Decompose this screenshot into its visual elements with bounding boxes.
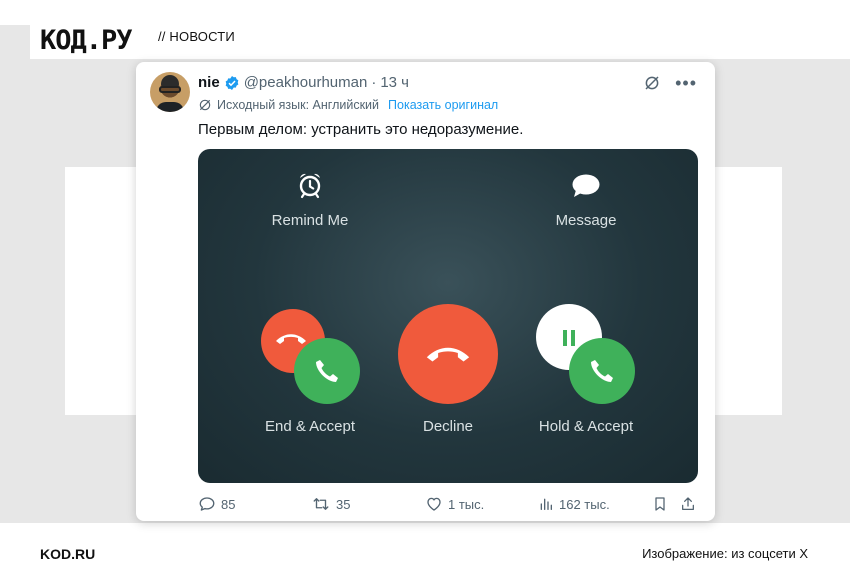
author-name[interactable]: nie — [198, 74, 220, 91]
grok-icon[interactable] — [643, 74, 661, 92]
show-original-link[interactable]: Показать оригинал — [388, 98, 498, 112]
hang-up-icon — [426, 347, 470, 362]
bookmark-action[interactable] — [652, 495, 668, 513]
alarm-clock-icon — [299, 173, 321, 199]
backdrop-block-right — [705, 167, 782, 415]
translation-note: Исходный язык: Английский — [217, 98, 380, 112]
verified-badge-icon — [225, 75, 239, 90]
pause-icon — [563, 330, 575, 346]
tweet-card: nie @peakhourhuman · 13 ч ••• Исходный я… — [136, 62, 715, 521]
backdrop-header-strip — [30, 25, 850, 59]
avatar[interactable] — [150, 72, 190, 112]
end-accept-label: End & Accept — [264, 418, 356, 435]
repost-icon — [313, 498, 329, 510]
hold-accept-label: Hold & Accept — [538, 418, 634, 435]
tweet-actions-bar: 85 35 1 тыс. 162 тыс. — [198, 495, 698, 515]
chat-bubble-icon — [572, 174, 600, 197]
tweet-time[interactable]: 13 ч — [380, 74, 409, 91]
translation-row: Исходный язык: Английский Показать ориги… — [198, 98, 498, 112]
message-label: Message — [555, 212, 617, 229]
tweet-top-actions: ••• — [643, 74, 697, 92]
views-action[interactable]: 162 тыс. — [538, 495, 610, 513]
backdrop-block-left — [65, 167, 145, 415]
views-icon — [540, 498, 552, 510]
like-action[interactable]: 1 тыс. — [425, 495, 484, 513]
reply-icon — [199, 497, 215, 511]
bookmark-icon — [655, 497, 665, 511]
like-count: 1 тыс. — [448, 496, 485, 512]
author-handle[interactable]: @peakhourhuman — [244, 74, 368, 91]
site-logo[interactable]: КОД.РУ — [40, 26, 133, 56]
image-credit: Изображение: из соцсети X — [642, 546, 808, 561]
views-count: 162 тыс. — [559, 496, 610, 512]
repost-count: 35 — [336, 496, 351, 512]
section-label[interactable]: // НОВОСТИ — [158, 29, 235, 44]
tweet-media-image[interactable]: Remind Me Message End & Accept Decline H… — [198, 149, 698, 483]
hang-up-icon — [276, 334, 306, 344]
tweet-text: Первым делом: устранить это недоразумени… — [198, 121, 524, 138]
footer-site-name[interactable]: KOD.RU — [40, 546, 95, 562]
share-icon — [682, 497, 694, 510]
reply-action[interactable]: 85 — [198, 495, 235, 513]
repost-action[interactable]: 35 — [311, 495, 350, 513]
more-icon[interactable]: ••• — [675, 74, 697, 92]
translate-icon — [199, 99, 211, 111]
share-action[interactable] — [680, 495, 696, 513]
phone-icon — [591, 360, 613, 382]
like-icon — [427, 497, 441, 511]
decline-label: Decline — [422, 418, 474, 435]
phone-icon — [316, 360, 338, 382]
tweet-author-row: nie @peakhourhuman · 13 ч — [198, 74, 409, 91]
reply-count: 85 — [221, 496, 236, 512]
remind-me-label: Remind Me — [271, 212, 349, 229]
separator-dot: · — [371, 74, 377, 91]
